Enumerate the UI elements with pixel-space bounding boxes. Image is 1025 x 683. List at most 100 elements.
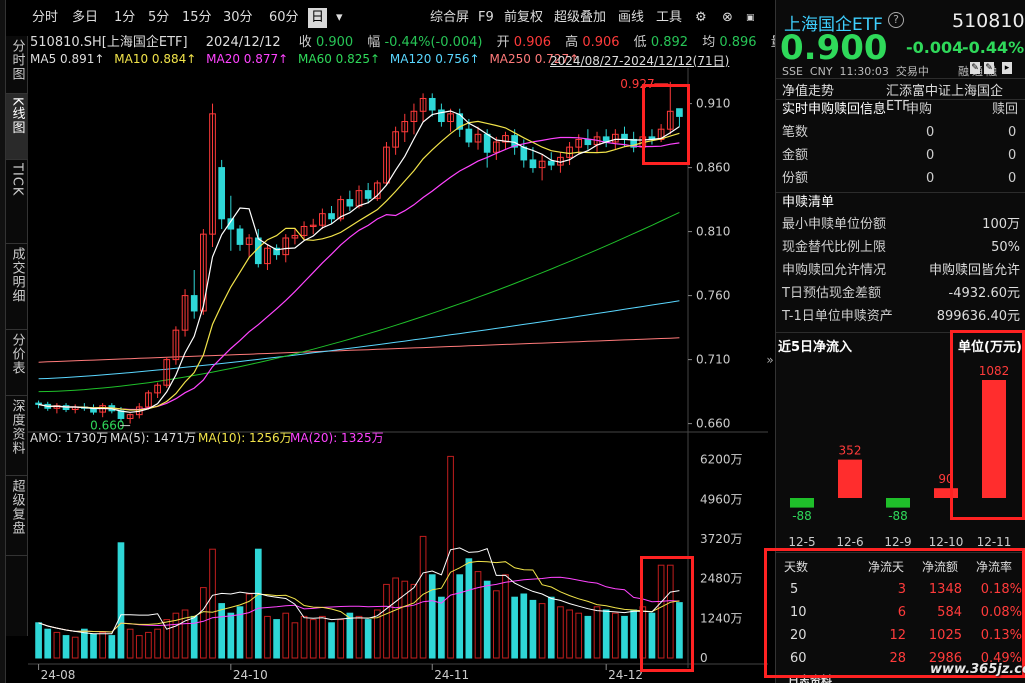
market-status: SSE CNY 11:30:03 交易中 <box>782 65 929 78</box>
pin-icon[interactable]: ✎ <box>984 62 994 74</box>
ma5-line <box>38 110 680 413</box>
vol-ma10-line <box>38 560 680 633</box>
period-tab-4[interactable]: 15分 <box>182 8 212 28</box>
volume-bar <box>71 636 79 659</box>
footer-label: 日志资料 <box>788 674 832 683</box>
avg-value: 0.896 <box>719 35 757 50</box>
ma120-line <box>38 300 680 380</box>
ma20-line <box>38 136 680 411</box>
quote-info-line: 510810.SH[上海国企ETF] 2024/12/12 收 0.900 幅 … <box>30 31 784 50</box>
date-range[interactable]: 2024/08/27-2024/12/12(71日) <box>550 52 729 69</box>
vtab-2[interactable]: TICK <box>6 160 28 244</box>
kline-chart[interactable]: 0.910 0.860 0.810 0.760 0.710 0.660 6200万 4960万… <box>28 68 773 683</box>
volume-bar <box>575 612 583 659</box>
volume-bar <box>566 609 573 659</box>
flow-date-label: 12-5 <box>788 535 815 549</box>
settings-gear-icon[interactable]: ⚙ <box>695 8 707 28</box>
flow-date-label: 12-6 <box>836 535 863 549</box>
flow-bar-0 <box>790 498 814 508</box>
period-dropdown-icon[interactable]: ▾ <box>336 8 343 28</box>
low-value: 0.892 <box>650 35 689 50</box>
vol-ma5-line <box>38 547 680 635</box>
period-tab-5[interactable]: 30分 <box>223 8 253 28</box>
volume-legend: MA(20): 1325万 <box>290 431 384 445</box>
volume-bar <box>428 574 436 659</box>
collapse-arrow-icon[interactable]: » <box>765 350 775 370</box>
period-tab-3[interactable]: 5分 <box>148 8 169 28</box>
close-icon[interactable]: ⊗ <box>722 8 733 28</box>
volume-bar <box>135 635 143 659</box>
candle-body <box>346 199 354 207</box>
volume-bar <box>547 596 555 659</box>
realtime-red-value: 0 <box>1008 125 1017 140</box>
nav-trend-tab[interactable]: 净值走势 <box>782 80 834 99</box>
flow-table-cell: 1025 <box>928 628 962 643</box>
price-axis-label: 0.760 <box>696 289 730 303</box>
volume-bar <box>492 590 500 659</box>
candle-body <box>621 133 628 140</box>
tool-item-4[interactable]: 画线 <box>618 8 644 28</box>
window-icon[interactable]: ▣ <box>746 8 755 28</box>
volume-bar <box>657 564 665 659</box>
period-tab-2[interactable]: 1分 <box>114 8 135 28</box>
vtab-1[interactable]: K线图 <box>6 94 28 160</box>
realtime-row-label: 笔数 <box>782 125 809 140</box>
vertical-tab-bar: 分时图 K线图 TICK 成交明细 分价表深度资料超级复盘 <box>6 36 28 636</box>
fund-change: -0.004 <box>906 38 964 57</box>
vtab-4[interactable]: 分价表 <box>6 330 28 396</box>
volume-bar <box>355 615 363 659</box>
list-title: 申赎清单 <box>782 195 835 210</box>
price-axis-label: 0.660 <box>696 417 730 431</box>
candle-body <box>547 160 555 166</box>
flow-table-cell: 5 <box>790 582 799 597</box>
flow-table-cell: 0.08% <box>980 605 1022 620</box>
volume-bar <box>438 596 445 659</box>
realtime-title: 实时申购赎回信息 <box>782 102 887 117</box>
realtime-sub-value: 0 <box>926 148 935 163</box>
vtab-label: 深度资料 <box>9 399 25 455</box>
flow-table-cell: 0.18% <box>980 582 1022 597</box>
period-tab-1[interactable]: 多日 <box>72 8 98 28</box>
flow-table-header: 净流额 <box>922 560 959 574</box>
info-icon[interactable]: ? <box>888 12 904 28</box>
list-row-value: 申购赎回皆允许 <box>928 263 1020 278</box>
security-code: 510810.SH[上海国企ETF] <box>30 35 188 50</box>
tool-item-1[interactable]: F9 <box>478 8 494 28</box>
edit-icon[interactable]: ✎ <box>970 62 980 74</box>
vtab-5[interactable]: 深度资料 <box>6 396 28 476</box>
list-row-label: 现金替代比例上限 <box>782 240 887 255</box>
ma250-line <box>38 337 680 363</box>
flow-table-cell: 60 <box>790 651 807 666</box>
list-row: T-1日单位申赎资产 899636.40元 <box>782 306 1022 328</box>
flow-bar-label: 352 <box>839 444 862 458</box>
quote-date: 2024/12/12 <box>205 35 281 50</box>
tool-item-0[interactable]: 综合屏 <box>430 8 469 28</box>
tool-item-3[interactable]: 超级叠加 <box>554 8 606 28</box>
candle-body <box>676 108 683 117</box>
net-flow-table: 天数 净流天 净流额 净流率 5 3 1348 0.18% 10 6 584 0.08% 20 12 102… <box>776 556 1025 668</box>
volume-axis-label: 1240万 <box>700 611 743 625</box>
realtime-sub-value: 0 <box>926 171 935 186</box>
tool-item-5[interactable]: 工具 <box>656 8 682 28</box>
vtab-6[interactable]: 超级复盘 <box>6 476 28 556</box>
period-tab-0[interactable]: 分时 <box>32 8 58 28</box>
vtab-3[interactable]: 成交明细 <box>6 244 28 330</box>
change-label: 幅 <box>367 35 381 50</box>
ma10-legend: MA10 0.884↑ <box>114 52 197 66</box>
expand-icon[interactable]: ▸ <box>1002 62 1012 74</box>
volume-bar <box>53 631 61 659</box>
volume-bar <box>309 619 317 659</box>
volume-bar <box>319 615 326 659</box>
flow-bar-3 <box>934 488 958 498</box>
volume-bar <box>273 619 280 659</box>
tool-item-2[interactable]: 前复权 <box>504 8 543 28</box>
volume-bar <box>392 577 399 659</box>
ma120-legend: MA120 0.756↑ <box>389 52 480 66</box>
volume-bar <box>410 583 418 659</box>
period-tab-7[interactable]: 日 <box>308 8 328 28</box>
vtab-0[interactable]: 分时图 <box>6 36 28 94</box>
volume-bar <box>300 615 308 659</box>
volume-axis-label: 0 <box>700 651 708 665</box>
volume-bar <box>584 615 592 659</box>
period-tab-6[interactable]: 60分 <box>269 8 299 28</box>
